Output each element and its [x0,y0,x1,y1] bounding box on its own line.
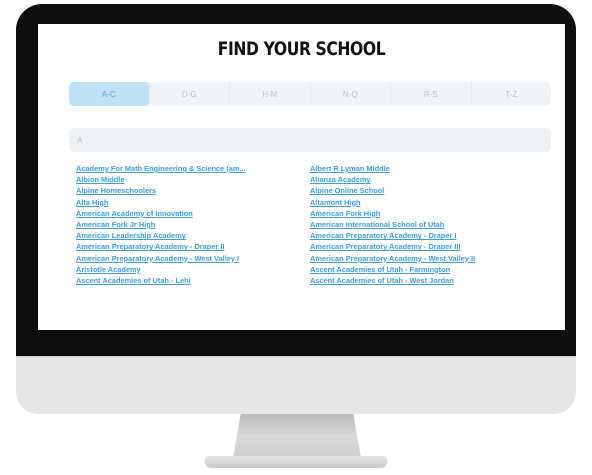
tab-h-m[interactable]: H-M [230,82,311,106]
school-link[interactable]: Ascent Academies of Utah - Lehi [76,275,310,286]
school-link[interactable]: Altamont High [310,197,544,208]
page-title: FIND YOUR SCHOOL [217,38,386,60]
school-link[interactable]: Academy For Math Engineering & Science (… [76,163,310,174]
tab-n-q[interactable]: N-Q [311,82,391,106]
monitor-stand [233,414,361,458]
school-link[interactable]: American Preparatory Academy - West Vall… [76,253,310,264]
school-list: Academy For Math Engineering & Science (… [76,163,552,286]
school-link[interactable]: American Academy of Innovation [76,208,310,219]
alphabet-tab-bar: A-C D-G H-M N-Q R-S T-Z [69,82,551,106]
monitor-chin [16,356,576,414]
tab-r-s[interactable]: R-S [391,82,472,106]
school-link[interactable]: Alpine Homeschoolers [76,185,310,196]
school-link[interactable]: American Leadership Academy [76,230,310,241]
tab-t-z[interactable]: T-Z [472,82,552,106]
school-link[interactable]: American Preparatory Academy - Draper II… [310,241,544,252]
school-link[interactable]: American Preparatory Academy - Draper I [310,230,544,241]
school-link[interactable]: American Fork High [310,208,544,219]
school-link[interactable]: American Preparatory Academy - Draper II [76,241,310,252]
school-link[interactable]: Alpine Online School [310,185,544,196]
school-link[interactable]: Aristotle Academy [76,264,310,275]
tab-a-c[interactable]: A-C [69,82,150,106]
school-link[interactable]: Ascent Academies of Utah - West Jordan [310,275,544,286]
school-link[interactable]: American Preparatory Academy - West Vall… [310,253,544,264]
school-link[interactable]: Alianza Academy [310,174,544,185]
tab-d-g[interactable]: D-G [150,82,230,106]
school-link[interactable]: American International School of Utah [310,219,544,230]
school-link[interactable]: Ascent Academies of Utah - Farmington [310,264,544,275]
school-link[interactable]: Albert R Lyman Middle [310,163,544,174]
school-search-input[interactable] [69,128,551,152]
school-link[interactable]: Alta High [76,197,310,208]
monitor-screen: FIND YOUR SCHOOL A-C D-G H-M N-Q R-S T-Z… [38,24,565,330]
monitor-stand-base [205,456,387,468]
school-link[interactable]: American Fork Jr High [76,219,310,230]
school-link[interactable]: Albion Middle [76,174,310,185]
